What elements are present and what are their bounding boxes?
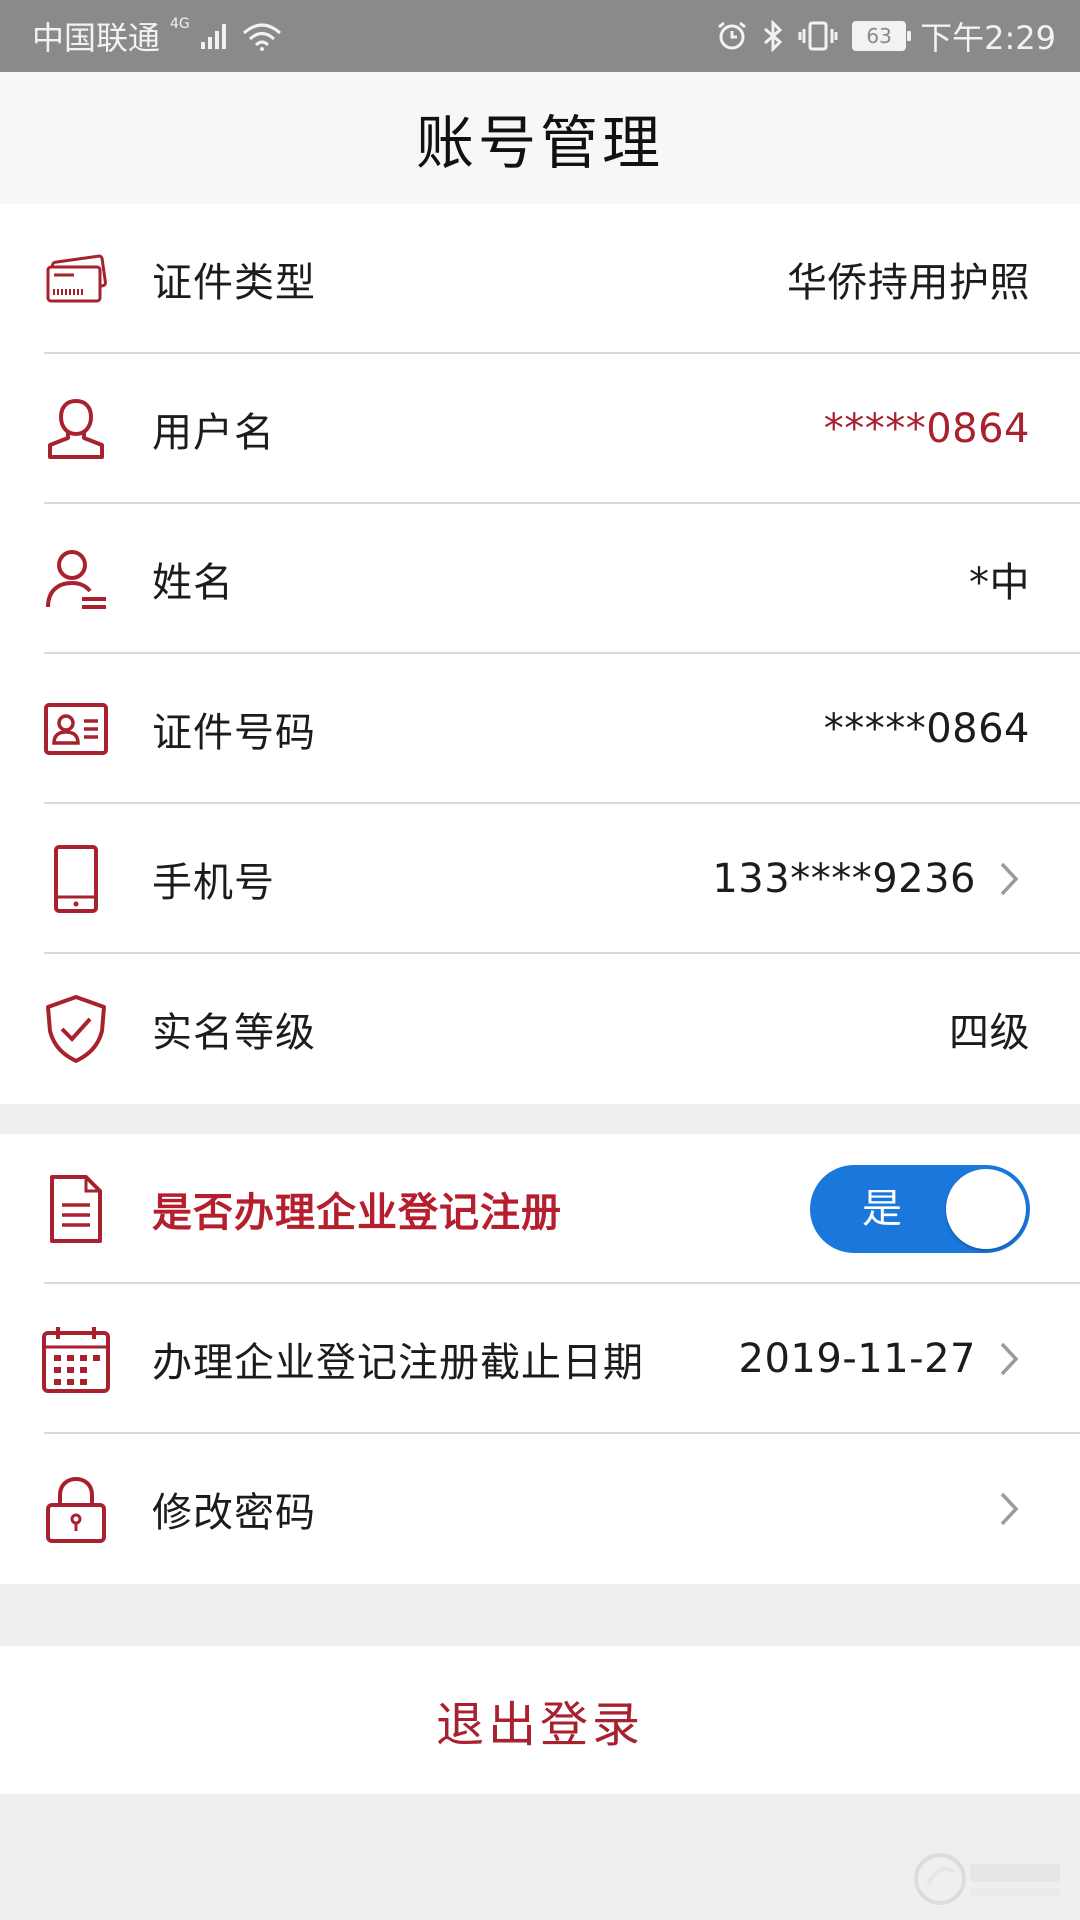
- battery-level: 63: [866, 24, 892, 48]
- chevron-right-icon: [1000, 862, 1019, 896]
- status-left: 中国联通 4G: [32, 0, 284, 72]
- row-enterprise-registration: 是否办理企业登记注册 是: [0, 1134, 1080, 1284]
- bluetooth-icon: [764, 20, 783, 52]
- vibrate-icon: [798, 21, 838, 51]
- row-label: 是否办理企业登记注册: [152, 1190, 562, 1236]
- row-label: 证件类型: [152, 260, 316, 306]
- phone-icon: [54, 845, 98, 913]
- row-value: *****0864: [823, 706, 1030, 752]
- watermark-logo: [914, 1853, 1060, 1905]
- row-value: 四级: [949, 1010, 1030, 1056]
- wifi-icon: [242, 23, 281, 51]
- network-type: 4G: [170, 16, 190, 32]
- row-change-password[interactable]: 修改密码: [0, 1434, 1080, 1584]
- logout-label: 退出登录: [435, 1697, 644, 1753]
- status-bar: 中国联通 4G 63 下午2:29: [0, 0, 1080, 72]
- toggle-label: 是: [862, 1186, 902, 1232]
- status-right: 63 下午2:29: [716, 0, 1056, 72]
- shield-check-icon: [46, 995, 106, 1063]
- carrier-label: 中国联通: [32, 19, 161, 57]
- row-value: 华侨持用护照: [787, 260, 1030, 306]
- lock-icon: [46, 1476, 106, 1543]
- card-icon: [46, 254, 107, 303]
- row-value: 133****9236: [712, 856, 976, 902]
- id-card-icon: [44, 703, 108, 755]
- signal-icon: [200, 24, 226, 49]
- registration-toggle[interactable]: 是: [810, 1165, 1030, 1253]
- logout-button[interactable]: 退出登录: [0, 1646, 1080, 1794]
- row-phone[interactable]: 手机号 133****9236: [0, 804, 1080, 954]
- row-value: 2019-11-27: [738, 1336, 976, 1382]
- title-bar: 账号管理: [0, 72, 1080, 204]
- alarm-icon: [718, 21, 747, 50]
- row-label: 证件号码: [152, 710, 316, 756]
- user-icon: [48, 398, 104, 459]
- page-title: 账号管理: [415, 109, 664, 177]
- chevron-right-icon: [1000, 1492, 1019, 1526]
- row-label: 办理企业登记注册截止日期: [152, 1340, 644, 1386]
- person-list-icon: [46, 550, 106, 609]
- row-id-type: 证件类型 华侨持用护照: [0, 204, 1080, 354]
- document-icon: [50, 1175, 102, 1243]
- battery-indicator: 63: [852, 21, 912, 51]
- row-username: 用户名 *****0864: [0, 354, 1080, 504]
- calendar-icon: [42, 1327, 110, 1393]
- account-info-card: 证件类型 华侨持用护照 用户名 *****0864 姓名 *中 证件号码 ***…: [0, 204, 1080, 1104]
- row-label: 修改密码: [152, 1490, 316, 1536]
- row-deadline[interactable]: 办理企业登记注册截止日期 2019-11-27: [0, 1284, 1080, 1434]
- row-label: 用户名: [152, 410, 275, 456]
- row-id-number: 证件号码 *****0864: [0, 654, 1080, 804]
- toggle-knob: [946, 1169, 1026, 1249]
- row-label: 实名等级: [152, 1010, 316, 1056]
- row-name: 姓名 *中: [0, 504, 1080, 654]
- row-verification-level: 实名等级 四级: [0, 954, 1080, 1104]
- business-card: 是否办理企业登记注册 是 办理企业登记注册截止日期 2019-11-27 修改密…: [0, 1134, 1080, 1584]
- row-value: *中: [969, 560, 1030, 606]
- clock: 下午2:29: [920, 19, 1056, 57]
- row-label: 姓名: [152, 560, 234, 606]
- row-value: *****0864: [823, 406, 1030, 452]
- row-label: 手机号: [152, 860, 275, 906]
- chevron-right-icon: [1000, 1342, 1019, 1376]
